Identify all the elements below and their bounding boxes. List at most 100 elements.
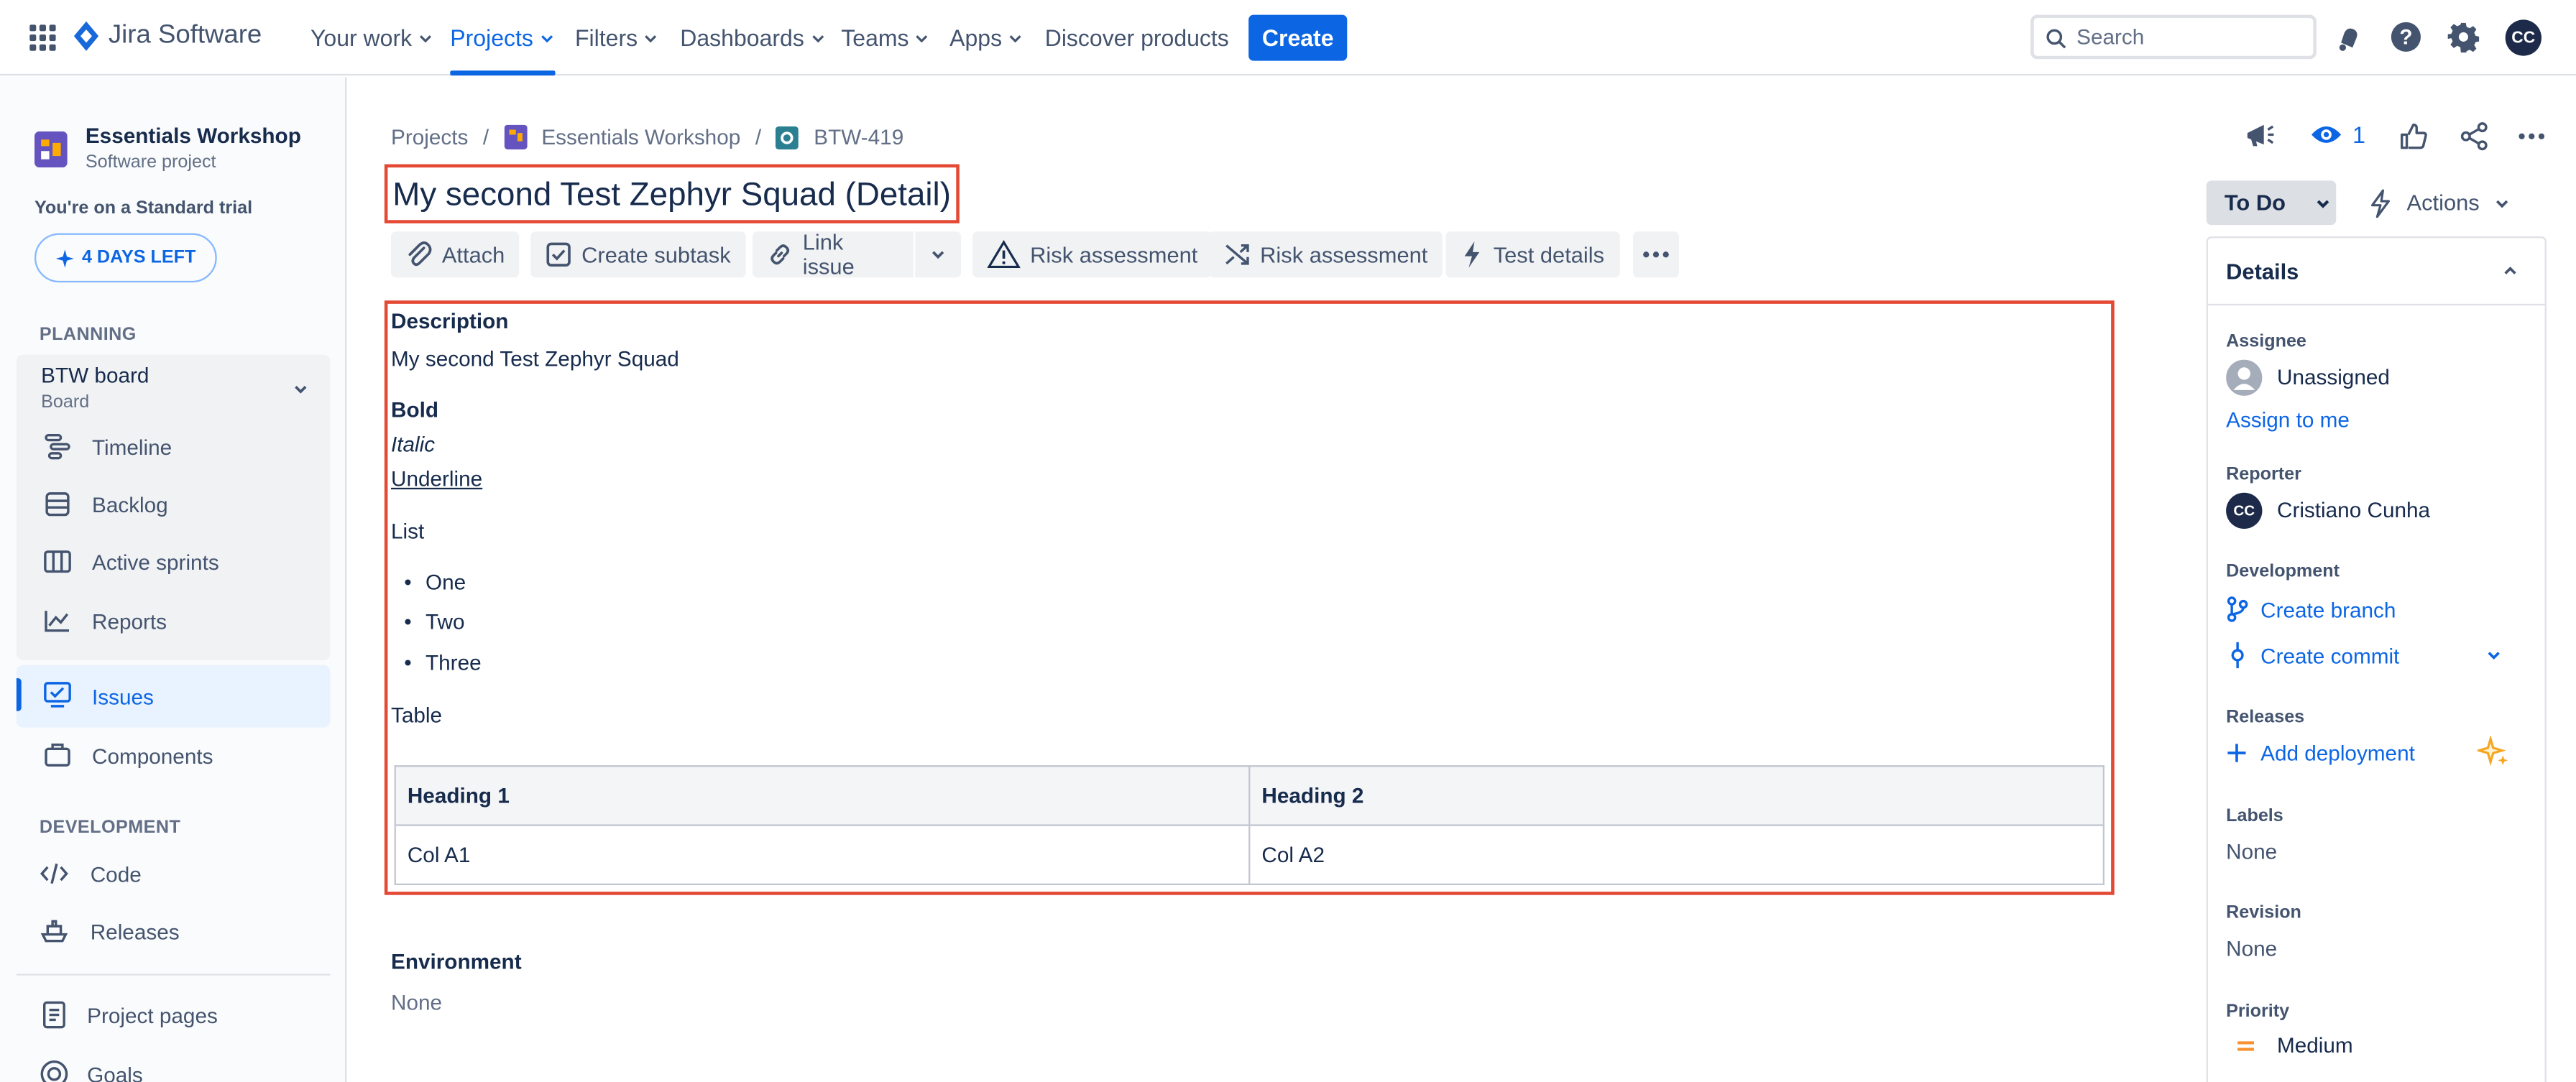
sidebar-item-goals[interactable]: Goals [17, 1045, 331, 1082]
lightning-bolt-icon [2370, 188, 2391, 218]
nav-apps[interactable]: Apps [949, 0, 1024, 75]
ai-sparkle-icon[interactable] [2477, 735, 2511, 769]
sidebar-item-code[interactable]: Code [17, 844, 331, 903]
table-header-cell: Heading 1 [394, 765, 1251, 826]
description-bold-text: Bold [390, 397, 439, 422]
more-horizontal-icon[interactable] [2517, 131, 2547, 142]
shuffle-arrows-icon [1225, 244, 1249, 265]
eye-icon [2311, 126, 2342, 143]
priority-medium-icon [2236, 1038, 2255, 1055]
sidebar-item-label: Reports [91, 608, 167, 634]
sidebar-item-label: Code [90, 861, 142, 887]
nav-filters[interactable]: Filters [575, 0, 659, 75]
environment-value[interactable]: None [391, 990, 442, 1014]
trial-days-badge[interactable]: 4 DAYS LEFT [34, 233, 217, 283]
code-icon [40, 863, 68, 884]
list-item: Two [425, 609, 465, 634]
thumbs-up-icon[interactable] [2398, 121, 2428, 151]
breadcrumb-separator: / [755, 124, 762, 149]
app-switcher-icon[interactable] [29, 24, 56, 51]
chevron-down-icon [916, 35, 928, 43]
search-input[interactable]: Search [2030, 14, 2317, 60]
table-header-cell: Heading 2 [1248, 765, 2104, 826]
link-issue-dropdown[interactable] [915, 231, 962, 278]
sidebar-item-backlog[interactable]: Backlog [17, 475, 331, 534]
nav-dashboards[interactable]: Dashboards [680, 0, 825, 75]
sidebar-item-reports[interactable]: Reports [17, 591, 331, 650]
nav-discover-products[interactable]: Discover products [1045, 0, 1229, 75]
link-issue-button[interactable]: Link issue [752, 230, 914, 279]
sidebar-item-issues[interactable]: Issues [16, 665, 331, 728]
details-header[interactable]: Details [2207, 238, 2545, 306]
nav-teams[interactable]: Teams [841, 0, 930, 75]
table-header-row: Heading 1 Heading 2 [394, 765, 2104, 826]
description-label: Description [390, 308, 509, 333]
status-dropdown[interactable]: To Do [2206, 180, 2337, 226]
search-placeholder: Search [2076, 24, 2145, 50]
test-details-button[interactable]: Test details [1445, 231, 1619, 278]
share-icon[interactable] [2460, 121, 2489, 151]
chevron-down-icon[interactable] [2484, 645, 2503, 665]
sidebar-item-label: Timeline [91, 434, 172, 459]
development-label: Development [2226, 561, 2340, 582]
sidebar-item-timeline[interactable]: Timeline [17, 417, 331, 476]
breadcrumb-projects[interactable]: Projects [391, 125, 468, 149]
description-field[interactable]: Description My second Test Zephyr Squad … [384, 300, 2115, 895]
create-subtask-button[interactable]: Create subtask [530, 231, 746, 278]
project-name[interactable]: Essentials Workshop [86, 123, 301, 147]
jira-logo[interactable]: Jira Software [73, 21, 262, 51]
risk-assessment-button-2[interactable]: Risk assessment [1209, 231, 1443, 278]
help-icon[interactable]: ? [2391, 22, 2421, 52]
board-chevron-down-icon[interactable] [291, 379, 310, 399]
sidebar-item-components[interactable]: Components [17, 726, 331, 785]
nav-label: Dashboards [680, 24, 804, 51]
sparkle-icon [55, 249, 74, 267]
risk-assessment-button-1[interactable]: Risk assessment [972, 231, 1213, 278]
create-branch-link[interactable]: Create branch [2260, 598, 2396, 622]
notifications-icon[interactable] [2334, 23, 2364, 52]
nav-projects[interactable]: Projects [450, 0, 554, 76]
sidebar-item-label: Active sprints [91, 549, 219, 574]
create-button[interactable]: Create [1248, 14, 1348, 61]
table-cell: Col A1 [394, 824, 1251, 885]
actions-dropdown[interactable]: Actions [2368, 180, 2513, 225]
breadcrumb-project[interactable]: Essentials Workshop [541, 125, 740, 149]
sidebar-item-label: Goals [87, 1061, 143, 1082]
assignee-value[interactable]: Unassigned [2277, 364, 2390, 389]
button-label: Test details [1493, 242, 1605, 267]
sidebar-item-project-pages[interactable]: Project pages [17, 985, 331, 1044]
assign-to-me-link[interactable]: Assign to me [2226, 407, 2350, 432]
issue-title[interactable]: My second Test Zephyr Squad (Detail) [384, 164, 960, 223]
labels-value[interactable]: None [2226, 839, 2277, 864]
watch-button[interactable]: 1 [2310, 121, 2365, 148]
planning-header: PLANNING [39, 325, 137, 345]
actions-label: Actions [2406, 190, 2480, 216]
issue-type-icon[interactable] [776, 125, 799, 149]
board-name[interactable]: BTW board [41, 363, 149, 387]
reporter-value[interactable]: Cristiano Cunha [2277, 498, 2430, 522]
trial-text: You're on a Standard trial [34, 198, 253, 218]
create-commit-link[interactable]: Create commit [2260, 644, 2399, 668]
breadcrumb: Projects / Essentials Workshop / BTW-419 [391, 124, 903, 149]
environment-label: Environment [390, 949, 522, 974]
breadcrumb-issue-key[interactable]: BTW-419 [814, 125, 903, 149]
sidebar-item-active-sprints[interactable]: Active sprints [17, 532, 331, 591]
user-avatar[interactable]: CC [2505, 19, 2542, 56]
settings-gear-icon[interactable] [2447, 22, 2480, 53]
description-line: My second Test Zephyr Squad [390, 346, 679, 371]
priority-value[interactable]: Medium [2277, 1033, 2353, 1058]
list-item: One [425, 570, 466, 595]
feedback-megaphone-icon[interactable] [2244, 121, 2277, 151]
add-deployment-link[interactable]: Add deployment [2260, 741, 2415, 765]
warning-triangle-icon [987, 240, 1021, 269]
sidebar-item-releases[interactable]: Releases [17, 902, 331, 961]
description-list-label: List [390, 519, 425, 544]
revision-value[interactable]: None [2226, 936, 2277, 961]
more-actions-button[interactable] [1632, 231, 1679, 278]
chevron-up-icon [2504, 267, 2516, 274]
project-type: Software project [85, 152, 216, 172]
attach-button[interactable]: Attach [390, 231, 520, 278]
paperclip-icon [408, 241, 432, 267]
development-header: DEVELOPMENT [39, 818, 181, 838]
nav-your-work[interactable]: Your work [310, 0, 433, 75]
